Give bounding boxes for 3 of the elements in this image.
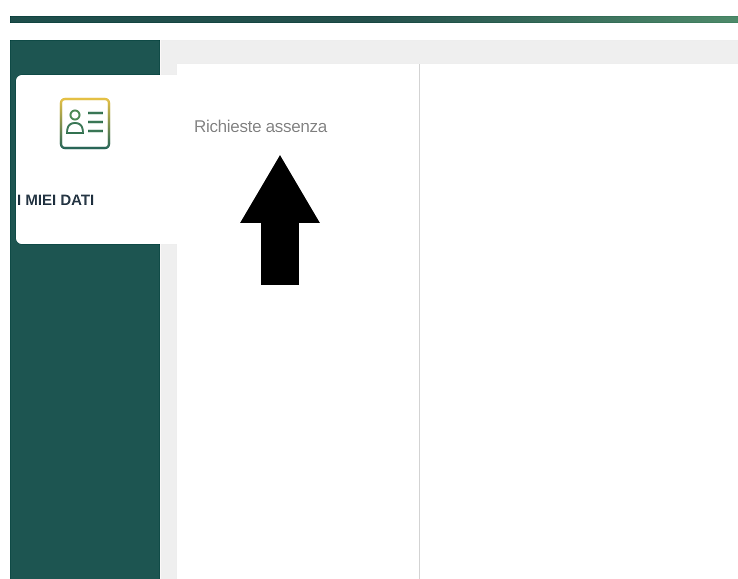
sidebar-item-label: I MIEI DATI (17, 191, 94, 211)
sidebar-item[interactable]: I MIEI DATI (16, 75, 177, 244)
id-card-icon (59, 97, 111, 150)
